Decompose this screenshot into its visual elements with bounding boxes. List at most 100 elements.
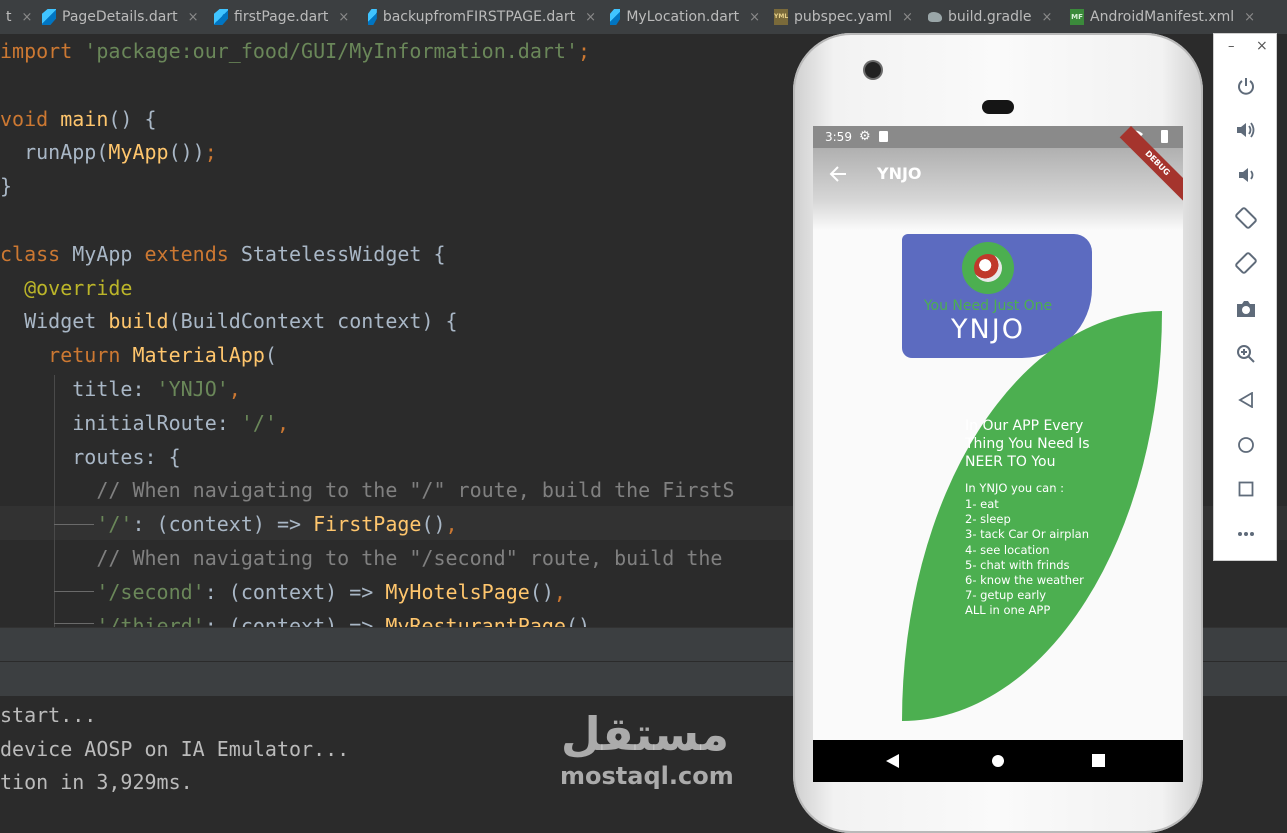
code-token: FirstPage	[313, 512, 422, 537]
feature-list-item: 6- know the weather	[965, 573, 1084, 588]
leaf-list-title: In YNJO you can :	[965, 481, 1065, 495]
settings-gear-icon: ⚙	[859, 129, 871, 144]
tab-close-icon[interactable]: ×	[338, 10, 349, 25]
feature-list-item: 2- sleep	[965, 512, 1011, 527]
code-token: : (context) =>	[204, 579, 386, 604]
volume-up-icon[interactable]	[1235, 120, 1257, 140]
feature-list-item: 1- eat	[965, 497, 999, 511]
code-token: ()	[421, 512, 446, 537]
code-token: void	[0, 106, 61, 131]
home-circle-icon[interactable]	[1237, 436, 1255, 454]
code-line: title: 'YNJO',	[0, 372, 241, 406]
tab-close-icon[interactable]: ×	[585, 10, 596, 25]
code-token: '/thierd'	[0, 613, 205, 627]
editor-tab-label: t	[6, 9, 12, 25]
editor-tab[interactable]: YML pubspec.yaml ×	[768, 0, 922, 34]
code-token: ,	[228, 377, 241, 401]
tab-close-icon[interactable]: ×	[902, 10, 913, 25]
feature-list-item: 7- getup early	[965, 588, 1047, 603]
editor-tab-label: build.gradle	[948, 9, 1032, 25]
code-token: StatelessWidget {	[240, 241, 446, 266]
app-bar-shadow	[813, 200, 1183, 230]
status-time: 3:59	[825, 130, 852, 144]
code-token: 'package:our_food/GUI/MyInformation.dart…	[84, 39, 578, 63]
code-token: @override	[0, 275, 133, 300]
code-token: : (context) =>	[204, 613, 386, 627]
code-line: routes: {	[0, 440, 180, 474]
nav-home-icon[interactable]	[991, 754, 1005, 768]
code-line: // When navigating to the "/second" rout…	[0, 541, 722, 575]
watermark-latin: mostaql.com	[560, 762, 734, 790]
code-token: ()	[565, 613, 591, 627]
arrow-back-icon[interactable]	[829, 165, 847, 183]
device-screen[interactable]: 3:59 ⚙ YNJO DEBUG You Need Just One YNJO…	[813, 126, 1183, 782]
tab-close-icon[interactable]: ×	[188, 10, 199, 25]
code-token: ,	[276, 410, 289, 435]
code-token: : (context) =>	[132, 512, 314, 537]
dart-file-icon	[610, 9, 621, 25]
code-token: build	[108, 309, 169, 334]
gradle-file-icon	[928, 12, 942, 22]
editor-tab[interactable]: firstPage.dart ×	[208, 0, 362, 34]
back-triangle-icon[interactable]	[1238, 392, 1254, 408]
code-token: runApp(	[0, 140, 109, 165]
code-line: class MyApp extends StatelessWidget {	[0, 237, 446, 271]
rotate-right-icon[interactable]	[1234, 251, 1258, 275]
code-token: extends	[144, 241, 241, 266]
code-token: main	[60, 106, 109, 131]
rotate-left-icon[interactable]	[1234, 206, 1258, 230]
logo-emblem-icon	[974, 254, 1002, 282]
android-nav-bar	[813, 740, 1183, 782]
editor-tab[interactable]: t ×	[0, 0, 36, 34]
editor-tab[interactable]: PageDetails.dart ×	[36, 0, 208, 34]
code-token: // When navigating to the "/second" rout…	[0, 546, 723, 570]
editor-tab-label: backupfromFIRSTPAGE.dart	[382, 9, 576, 25]
code-token: () {	[108, 106, 157, 131]
power-icon[interactable]	[1236, 76, 1256, 96]
dart-file-icon	[42, 9, 56, 25]
code-line: @override	[0, 271, 132, 305]
zoom-icon[interactable]	[1236, 344, 1256, 364]
console-line: start...	[0, 703, 97, 727]
close-button[interactable]: ×	[1256, 38, 1268, 54]
volume-down-icon[interactable]	[1235, 165, 1257, 185]
editor-tab[interactable]: backupfromFIRSTPAGE.dart ×	[362, 0, 604, 34]
app-bar: YNJO	[813, 148, 1183, 200]
front-camera	[865, 62, 881, 78]
earpiece-speaker	[982, 100, 1014, 114]
minimize-button[interactable]: –	[1228, 39, 1235, 54]
code-line: }	[0, 169, 12, 203]
tab-close-icon[interactable]: ×	[1244, 10, 1255, 25]
code-token: '/second'	[0, 579, 205, 604]
code-token: MaterialApp	[132, 343, 265, 368]
code-line: // When navigating to the "/" route, bui…	[0, 473, 734, 507]
code-token: }	[0, 174, 13, 199]
editor-tab[interactable]: build.gradle ×	[922, 0, 1064, 34]
code-token: (	[264, 343, 277, 368]
editor-tab-label: pubspec.yaml	[794, 9, 892, 25]
code-token: MyApp	[72, 241, 145, 266]
code-token: '/'	[240, 410, 277, 435]
more-icon[interactable]	[1237, 531, 1255, 537]
overview-square-icon[interactable]	[1238, 481, 1254, 497]
code-token: ()	[529, 579, 554, 604]
dart-file-icon	[368, 9, 377, 25]
code-token: ,	[445, 512, 458, 537]
tab-close-icon[interactable]: ×	[1042, 10, 1053, 25]
tab-close-icon[interactable]: ×	[22, 10, 33, 25]
code-token: MyHotelsPage	[385, 579, 530, 604]
feature-list: 1- eat 2- sleep 3- tack Car Or airplan 4- s…	[965, 497, 1089, 619]
nav-back-icon[interactable]	[886, 754, 900, 768]
editor-tab[interactable]: MF AndroidManifest.xml ×	[1064, 0, 1287, 34]
dart-file-icon	[214, 9, 228, 25]
code-token: title:	[0, 377, 157, 401]
nav-overview-icon[interactable]	[1092, 754, 1105, 767]
watermark-arabic: مستقل	[560, 707, 730, 761]
code-token: MyResturantPage	[385, 613, 566, 627]
editor-tab[interactable]: MyLocation.dart ×	[604, 0, 768, 34]
tab-close-icon[interactable]: ×	[749, 10, 760, 25]
code-token: ;	[577, 39, 591, 63]
screenshot-camera-icon[interactable]	[1235, 300, 1257, 318]
brand-name: YNJO	[951, 314, 1025, 345]
code-line: '/thierd': (context) => MyResturantPage(…	[0, 609, 590, 627]
